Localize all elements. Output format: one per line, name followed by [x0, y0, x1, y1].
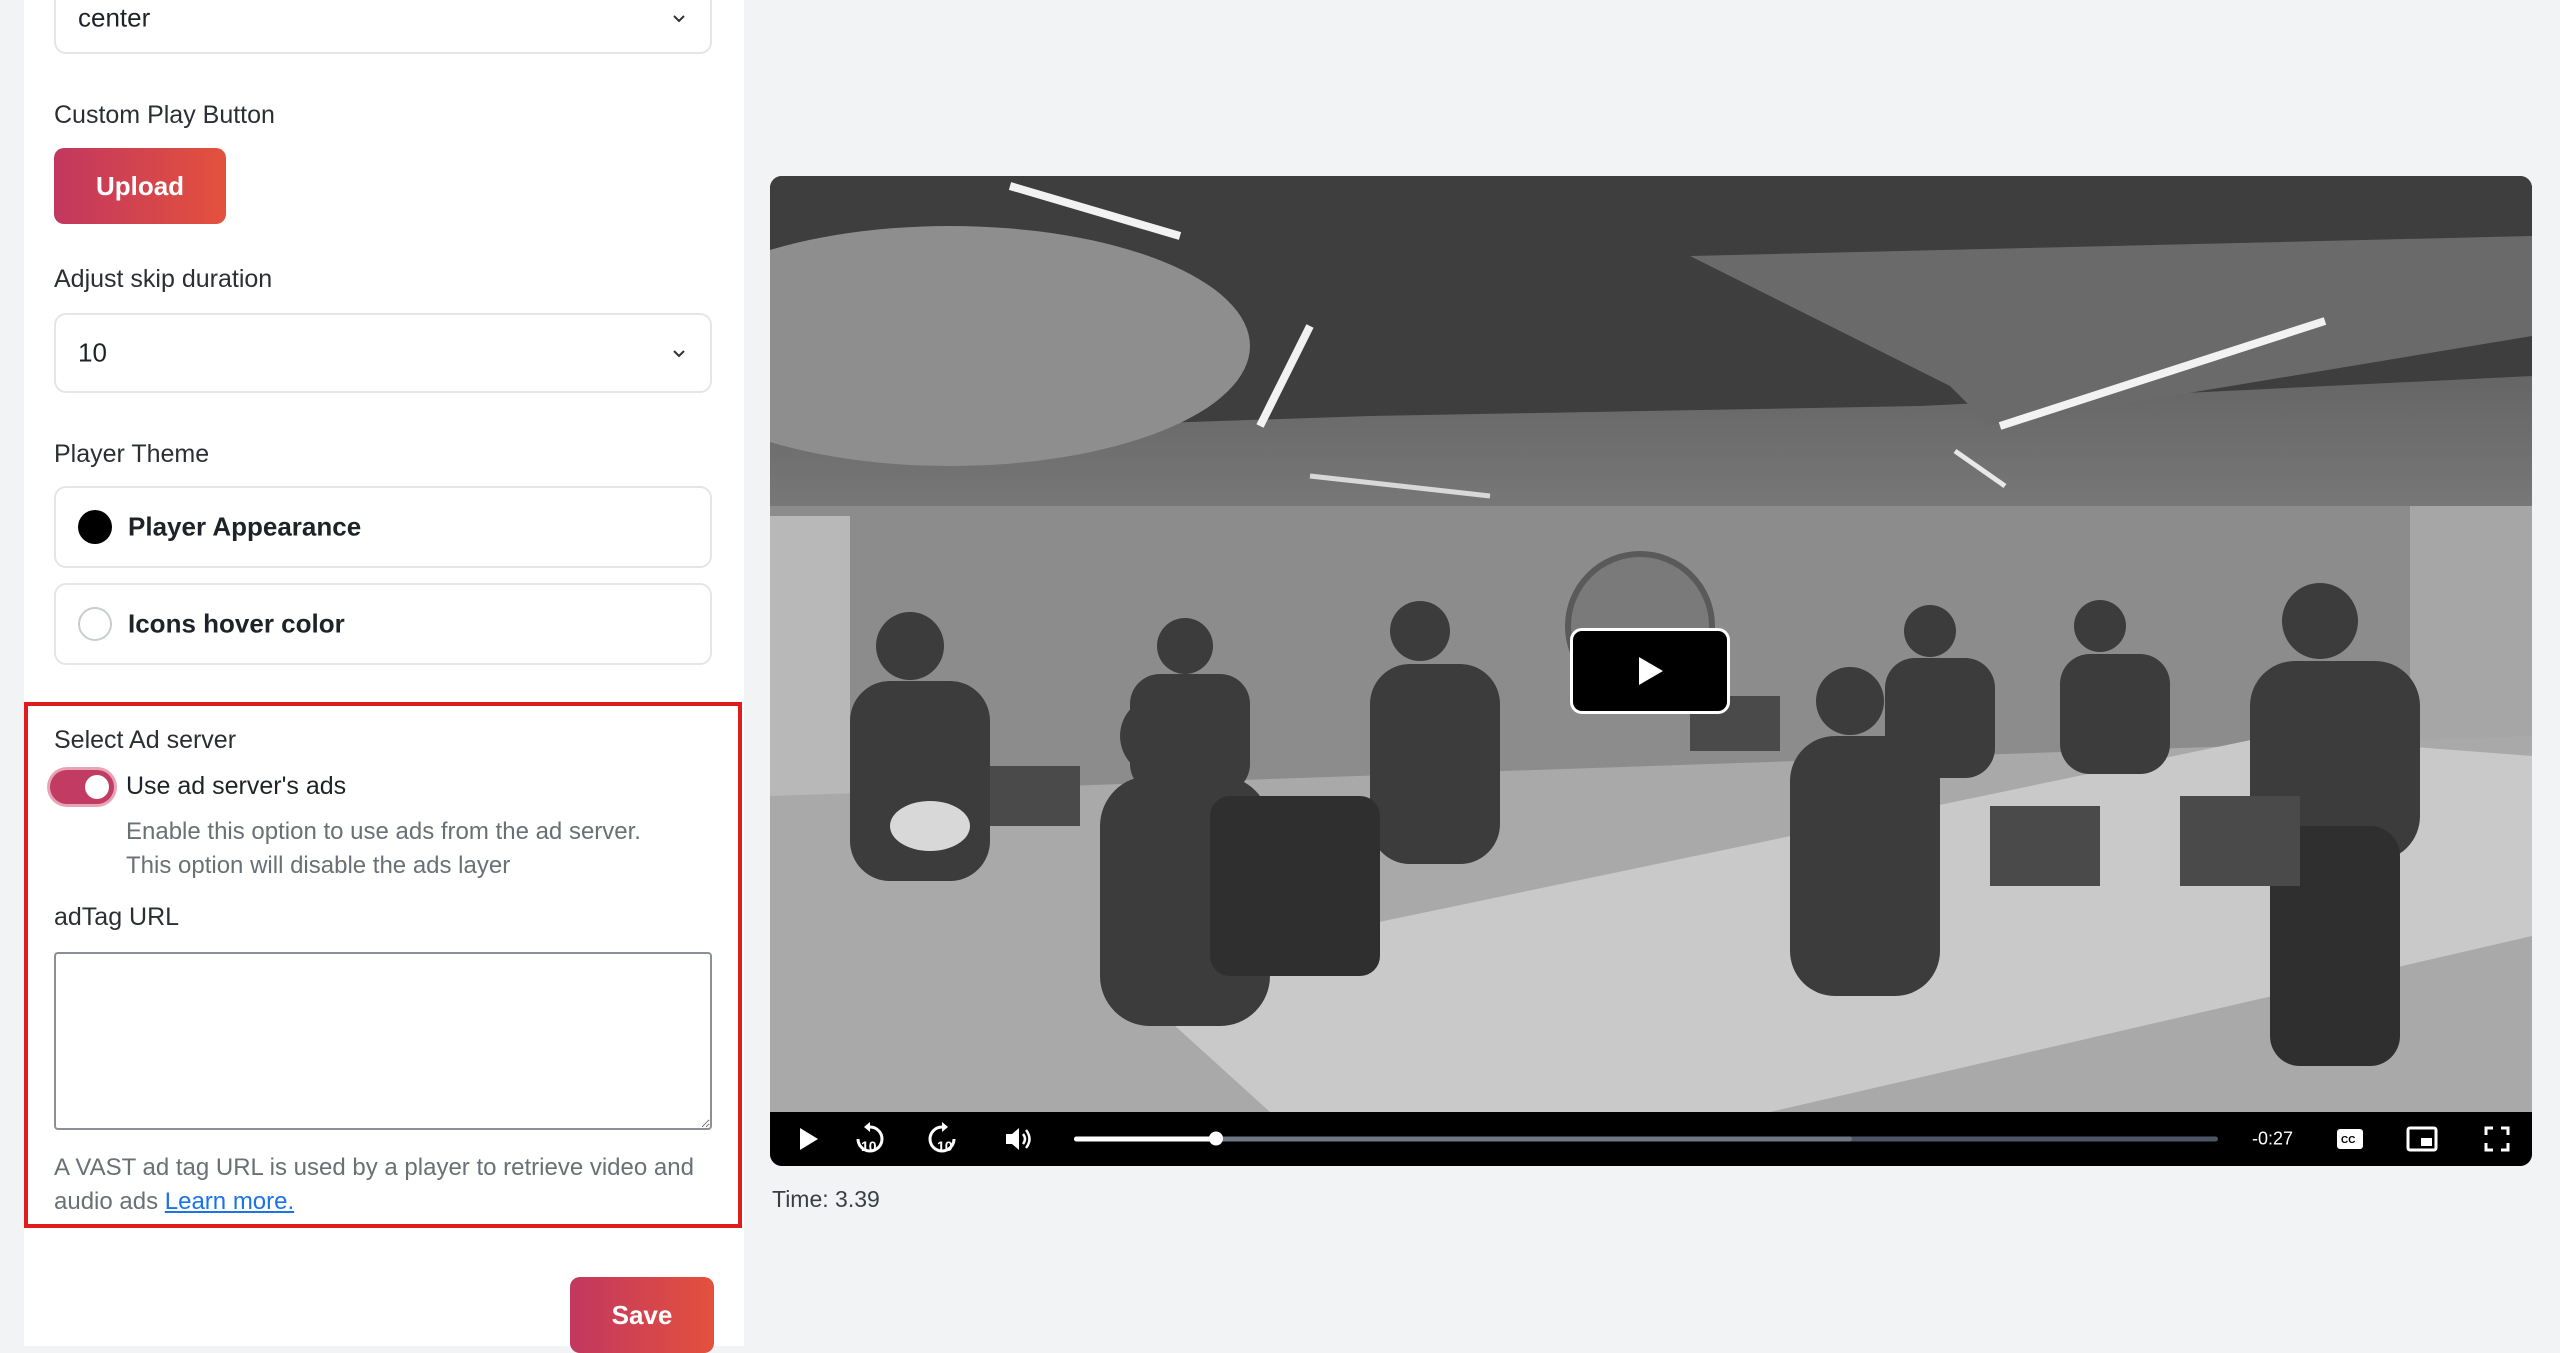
svg-text:CC: CC	[2341, 1135, 2355, 1146]
color-swatch-black[interactable]	[78, 510, 112, 544]
theme-option-label: Player Appearance	[128, 511, 362, 542]
remaining-time: -0:27	[2252, 1128, 2294, 1149]
color-swatch-white[interactable]	[78, 607, 112, 641]
toggle-knob	[85, 775, 109, 799]
skip-duration-label: Adjust skip duration	[54, 265, 273, 293]
svg-text:10: 10	[937, 1138, 953, 1154]
progress-played	[1074, 1136, 1216, 1142]
learn-more-link[interactable]: Learn more.	[165, 1188, 294, 1215]
volume-icon[interactable]	[1004, 1125, 1034, 1153]
vast-help-description: A VAST ad tag URL is used by a player to…	[54, 1154, 694, 1215]
captions-icon[interactable]: CC	[2336, 1128, 2364, 1150]
position-select-value: center	[78, 2, 151, 33]
adtag-url-input[interactable]	[54, 952, 712, 1130]
picture-in-picture-icon[interactable]	[2406, 1126, 2438, 1152]
fullscreen-icon[interactable]	[2484, 1126, 2510, 1152]
skip-duration-select[interactable]: 10	[54, 313, 712, 393]
chevron-down-icon	[673, 350, 685, 358]
progress-track[interactable]	[1074, 1131, 2218, 1146]
play-button-position-select[interactable]: center	[54, 0, 712, 54]
progress-scrubber[interactable]	[1208, 1131, 1223, 1146]
play-icon[interactable]	[796, 1126, 820, 1152]
vast-help-text: A VAST ad tag URL is used by a player to…	[54, 1151, 714, 1219]
ad-server-help-line2: This option will disable the ads layer	[126, 852, 511, 879]
player-theme-label: Player Theme	[54, 440, 210, 468]
theme-option-icons-hover-color[interactable]: Icons hover color	[54, 583, 712, 665]
use-ad-server-label: Use ad server's ads	[126, 772, 347, 800]
chevron-down-icon	[673, 15, 685, 23]
time-readout: Time: 3.39	[772, 1186, 880, 1212]
use-ad-server-toggle[interactable]	[50, 770, 114, 804]
play-icon	[1639, 657, 1663, 685]
skip-forward-10-icon[interactable]: 10	[924, 1121, 960, 1157]
adtag-url-label: adTag URL	[54, 903, 180, 931]
custom-play-button-label: Custom Play Button	[54, 101, 275, 129]
skip-back-10-icon[interactable]: 10	[852, 1121, 888, 1157]
video-player[interactable]: 10 10 -0:27 CC	[770, 176, 2532, 1166]
svg-text:10: 10	[861, 1138, 877, 1154]
ad-server-help-line1: Enable this option to use ads from the a…	[126, 818, 641, 845]
theme-option-player-appearance[interactable]: Player Appearance	[54, 486, 712, 568]
upload-button[interactable]: Upload	[54, 148, 226, 224]
skip-duration-value: 10	[78, 337, 107, 368]
player-control-bar: 10 10 -0:27 CC	[770, 1112, 2532, 1166]
save-button[interactable]: Save	[570, 1277, 714, 1353]
big-play-button[interactable]	[1570, 628, 1730, 714]
select-ad-server-label: Select Ad server	[54, 726, 237, 754]
theme-option-label: Icons hover color	[128, 608, 345, 639]
